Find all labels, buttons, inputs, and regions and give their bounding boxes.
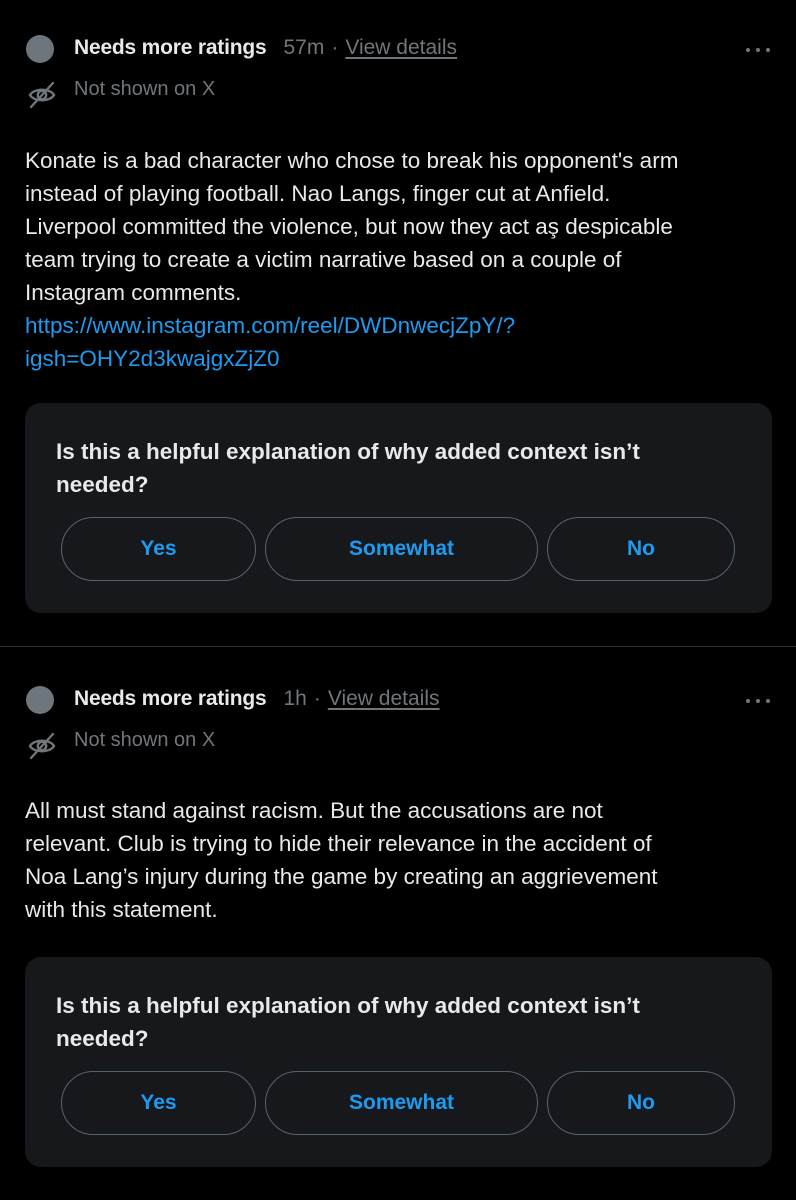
note-text: All must stand against racism. But the a… [25, 794, 770, 926]
note-text-line: with this statement. [25, 897, 218, 922]
note-text: Konate is a bad character who chose to b… [25, 144, 770, 375]
rating-question: Is this a helpful explanation of why add… [56, 439, 640, 497]
yes-button[interactable]: Yes [61, 517, 256, 581]
no-button[interactable]: No [547, 517, 735, 581]
more-options-icon[interactable] [746, 695, 770, 707]
eye-off-icon [28, 81, 56, 109]
visibility-status: Not shown on X [74, 78, 216, 100]
note-text-line: Liverpool committed the violence, but no… [25, 214, 673, 239]
avatar[interactable] [26, 686, 54, 714]
visibility-status: Not shown on X [74, 729, 216, 751]
note-text-line: Konate is a bad character who chose to b… [25, 148, 679, 173]
rating-status: Needs more ratings [74, 687, 267, 710]
note-text-line: Noa Lang’s injury during the game by cre… [25, 864, 658, 889]
timestamp: 57m [283, 36, 325, 59]
separator: · [331, 36, 339, 59]
note-text-line: instead of playing football. Nao Langs, … [25, 181, 611, 206]
rating-prompt-card: Is this a helpful explanation of why add… [25, 403, 772, 613]
no-button[interactable]: No [547, 1071, 735, 1135]
eye-off-icon [28, 732, 56, 760]
rating-status: Needs more ratings [74, 36, 267, 59]
note-card: Needs more ratings 57m · View details No… [0, 0, 796, 647]
avatar[interactable] [26, 35, 54, 63]
yes-button[interactable]: Yes [61, 1071, 256, 1135]
somewhat-button[interactable]: Somewhat [265, 1071, 538, 1135]
note-text-line: All must stand against racism. But the a… [25, 798, 603, 823]
view-details-link[interactable]: View details [328, 687, 440, 711]
note-text-line: Instagram comments. [25, 280, 242, 305]
note-text-line: relevant. Club is trying to hide their r… [25, 831, 652, 856]
source-link-continued[interactable]: igsh=OHY2d3kwajgxZjZ0 [25, 342, 770, 375]
timestamp: 1h [283, 687, 307, 710]
note-header: Needs more ratings 1h · View details [74, 684, 440, 714]
somewhat-button[interactable]: Somewhat [265, 517, 538, 581]
rating-prompt-card: Is this a helpful explanation of why add… [25, 957, 772, 1167]
source-link[interactable]: https://www.instagram.com/reel/DWDnwecjZ… [25, 309, 770, 342]
note-text-line: team trying to create a victim narrative… [25, 247, 622, 272]
separator: · [313, 687, 321, 710]
note-header: Needs more ratings 57m · View details [74, 33, 457, 63]
note-card: Needs more ratings 1h · View details Not… [0, 647, 796, 1200]
more-options-icon[interactable] [746, 44, 770, 56]
rating-question: Is this a helpful explanation of why add… [56, 993, 640, 1051]
view-details-link[interactable]: View details [345, 36, 457, 60]
